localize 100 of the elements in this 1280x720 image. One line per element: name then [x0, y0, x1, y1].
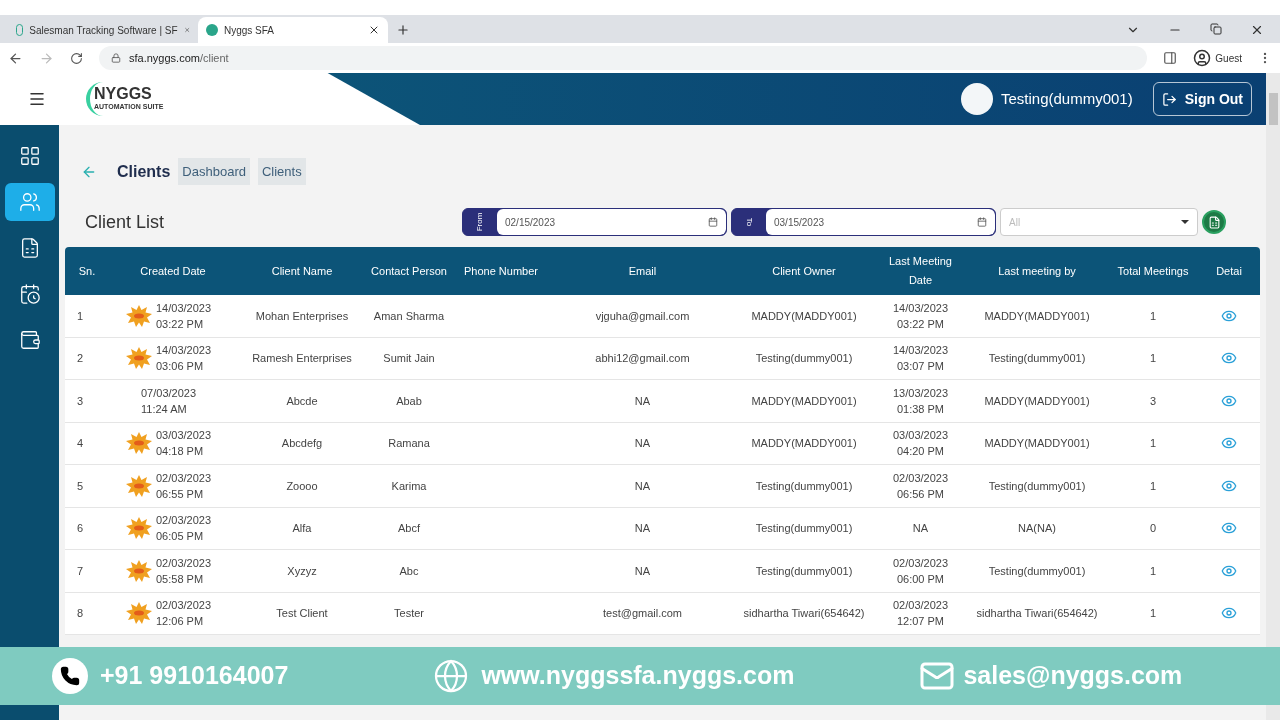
- address-bar[interactable]: sfa.nyggs.com/client: [99, 46, 1148, 70]
- close-icon[interactable]: [368, 24, 380, 36]
- table-cell-text: 14/03/2023 03:22 PM: [156, 300, 213, 332]
- url-host: sfa.nyggs.com: [129, 50, 200, 66]
- table-cell: 14/03/2023 03:07 PM: [892, 344, 949, 373]
- table-cell: NA: [634, 522, 651, 535]
- table-cell: MADDY(MADDY001): [751, 437, 857, 450]
- table-cell: Ramesh Enterprises: [252, 352, 352, 365]
- site-icon: [206, 24, 218, 36]
- table-cell: 1: [77, 309, 84, 322]
- table-cell: test@gmail.com: [603, 607, 682, 620]
- table-cell: 02/03/2023 06:56 PM: [892, 471, 949, 500]
- table-cell-text: 03/03/2023 04:18 PM: [156, 428, 213, 460]
- table-cell: Sumit Jain: [383, 352, 435, 365]
- new-badge-icon: [126, 559, 152, 582]
- table-cell: MADDY(MADDY001): [984, 394, 1090, 407]
- clients-nav-icon[interactable]: [4, 183, 55, 221]
- user-name: Testing(dummy001): [1000, 88, 1133, 109]
- breadcrumb-link[interactable]: Clients: [257, 157, 306, 186]
- column-header: Detai: [1215, 263, 1243, 279]
- from-date-field[interactable]: From 02/15/2023: [462, 208, 727, 236]
- calendar-icon[interactable]: [708, 217, 718, 227]
- column-header: Phone Number: [463, 263, 539, 279]
- email-address: sales@nyggs.com: [963, 660, 1183, 692]
- lock-icon: [111, 53, 121, 63]
- side-panel-icon[interactable]: [1163, 51, 1178, 65]
- table-cell: Test Client: [276, 607, 328, 620]
- table-cell: NA: [634, 479, 651, 492]
- table-cell: Abcdefg: [281, 437, 323, 450]
- calendar-icon[interactable]: [977, 217, 987, 227]
- tab-title: Salesman Tracking Software | SF: [29, 23, 178, 38]
- breadcrumb-link[interactable]: Dashboard: [178, 157, 250, 186]
- column-header: Created Date: [139, 263, 207, 279]
- browser-tab[interactable]: Nyggs SFA: [198, 17, 388, 43]
- column-header: Last Meeting Date: [888, 254, 953, 288]
- close-icon[interactable]: [1250, 23, 1264, 37]
- table-cell: Zoooo: [286, 479, 318, 492]
- column-header: Client Owner: [771, 263, 837, 279]
- table-cell-text: 14/03/2023 03:06 PM: [156, 343, 213, 375]
- column-header: Client Name: [270, 263, 334, 279]
- to-date-field[interactable]: To 03/15/2023: [731, 208, 996, 236]
- column-header: Sn.: [77, 263, 97, 279]
- table-cell: Alfa: [292, 522, 312, 535]
- table-cell: Testing(dummy001): [755, 522, 853, 535]
- profile-button[interactable]: Guest: [1193, 49, 1242, 67]
- table-cell: 6: [77, 522, 84, 535]
- back-icon[interactable]: [8, 50, 23, 66]
- column-header: Last meeting by: [997, 263, 1077, 279]
- table-cell: 1: [1149, 607, 1157, 620]
- table-cell-text: 02/03/2023 06:05 PM: [156, 513, 213, 545]
- table-cell: NA: [634, 437, 651, 450]
- table-cell: 13/03/2023 01:38 PM: [892, 386, 949, 415]
- table-cell: Testing(dummy001): [755, 564, 853, 577]
- table-cell: MADDY(MADDY001): [984, 437, 1090, 450]
- table-cell: NA: [634, 394, 651, 407]
- table-cell: 4: [77, 437, 84, 450]
- table-cell: Xyzyz: [287, 564, 317, 577]
- table-cell-text: 02/03/2023 06:55 PM: [156, 470, 213, 502]
- table-cell: 14/03/2023 03:22 PM: [892, 301, 949, 330]
- table-cell: 8: [77, 607, 84, 620]
- table-cell: 1: [1149, 437, 1157, 450]
- table-cell: 7: [77, 564, 84, 577]
- table-cell: 5: [77, 479, 84, 492]
- new-badge-icon: [126, 474, 152, 497]
- sign-out-button[interactable]: Sign Out: [1152, 82, 1252, 116]
- user-avatar: [960, 83, 993, 115]
- new-badge-icon: [126, 347, 152, 370]
- table-cell: MADDY(MADDY001): [984, 309, 1090, 322]
- account-icon: [1193, 49, 1212, 67]
- excel-export-icon[interactable]: [1202, 210, 1226, 234]
- new-badge-icon: [126, 432, 152, 455]
- table-cell: Abc: [399, 564, 419, 577]
- column-header: Total Meetings: [1116, 263, 1190, 279]
- table-cell-text: 02/03/2023 12:06 PM: [156, 598, 213, 630]
- table-cell: 1: [1149, 309, 1157, 322]
- table-cell: Testing(dummy001): [755, 479, 853, 492]
- table-cell: NA: [634, 564, 651, 577]
- column-header: Contact Person: [370, 263, 448, 279]
- table-cell: 02/03/2023 06:00 PM: [892, 556, 949, 585]
- table-cell: Tester: [394, 607, 424, 620]
- reload-icon[interactable]: [70, 51, 83, 65]
- tab-title: Nyggs SFA: [224, 23, 276, 38]
- table-cell: 2: [77, 352, 84, 365]
- table-cell: 3: [1149, 394, 1157, 407]
- new-tab-icon[interactable]: [396, 23, 410, 37]
- table-cell: Ramana: [388, 437, 430, 450]
- new-badge-icon: [126, 304, 152, 327]
- table-cell: Testing(dummy001): [988, 564, 1086, 577]
- new-badge-icon: [126, 517, 152, 540]
- url-path: /client: [199, 50, 229, 66]
- table-cell: NA: [912, 522, 929, 535]
- phone-number: +91 9910164007: [100, 660, 289, 692]
- table-cell: Abcde: [286, 394, 318, 407]
- sign-out-icon: [1161, 91, 1177, 107]
- new-badge-icon: [126, 602, 152, 625]
- table-cell: sidhartha Tiwari(654642): [743, 607, 865, 620]
- page-heading: Clients: [117, 161, 171, 182]
- globe-icon: [433, 658, 470, 694]
- menu-icon[interactable]: [28, 90, 46, 108]
- restore-icon[interactable]: [1210, 23, 1222, 35]
